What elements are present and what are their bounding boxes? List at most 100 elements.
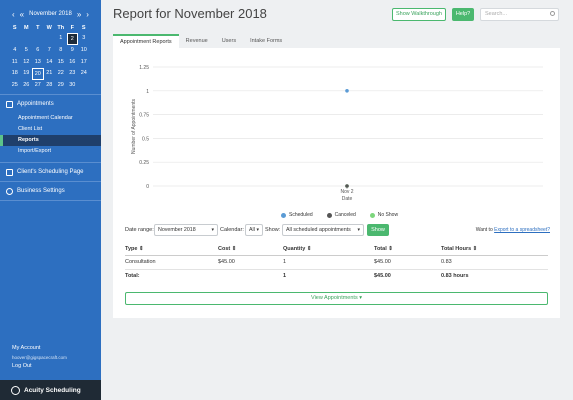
calendar-select[interactable]: All ▾ bbox=[245, 224, 263, 236]
sidebar-item-reports[interactable]: Reports bbox=[0, 135, 101, 146]
calendar-day[interactable]: 13 bbox=[32, 57, 44, 69]
calendar-day[interactable]: 11 bbox=[9, 57, 21, 69]
calendar-icon bbox=[6, 100, 13, 108]
column-header-total-hours[interactable]: Total Hours ⇕ bbox=[441, 243, 548, 256]
sidebar-item-appointments[interactable]: Appointments bbox=[0, 95, 101, 113]
show-label: Show: bbox=[265, 227, 281, 233]
sidebar-item-business-settings[interactable]: Business Settings bbox=[0, 182, 101, 200]
calendar-day[interactable]: 7 bbox=[44, 45, 56, 57]
calendar-day[interactable]: 22 bbox=[55, 68, 67, 80]
appointments-table: Type ⇕ Cost ⇕ Quantity ⇕ Total ⇕ Total H… bbox=[125, 243, 548, 283]
date-range-select[interactable]: November 2018 ▾ bbox=[154, 224, 218, 236]
next-month-button[interactable]: › bbox=[86, 10, 89, 19]
y-tick-label: 1.25 bbox=[139, 65, 149, 71]
sidebar-item-import-export[interactable]: Import/Export bbox=[0, 146, 101, 157]
calendar-day[interactable]: 8 bbox=[55, 45, 67, 57]
report-filters: Date range: November 2018 ▾ Calendar: Al… bbox=[125, 224, 550, 236]
cell-total-amount: $45.00 bbox=[374, 273, 391, 280]
show-select[interactable]: All scheduled appointments ▾ bbox=[282, 224, 364, 236]
calendar-day[interactable]: 27 bbox=[32, 80, 44, 92]
y-axis-label: Number of Appointments bbox=[131, 98, 137, 154]
calendar-day[interactable]: 25 bbox=[9, 80, 21, 92]
export-prompt: Want to Export to a spreadsheet? bbox=[476, 227, 550, 233]
y-tick-label: 0.25 bbox=[139, 160, 149, 166]
view-appointments-button[interactable]: View Appointments ▾ bbox=[125, 292, 548, 305]
cell-total-label: Total: bbox=[125, 273, 140, 280]
calendar-day[interactable]: 26 bbox=[21, 80, 33, 92]
help-button[interactable]: Help? bbox=[452, 8, 474, 21]
calendar-day[interactable]: 4 bbox=[9, 45, 21, 57]
cell-type: Consultation bbox=[125, 255, 218, 270]
prev-month-button[interactable]: ‹ bbox=[12, 10, 15, 19]
calendar-label: Calendar: bbox=[220, 227, 244, 233]
weekday-label: F bbox=[70, 25, 74, 31]
calendar-day[interactable]: 29 bbox=[55, 80, 67, 92]
weekday-label: W bbox=[46, 25, 52, 31]
show-button[interactable]: Show bbox=[367, 224, 389, 236]
calendar-day[interactable]: 5 bbox=[21, 45, 33, 57]
export-prefix: Want to bbox=[475, 227, 495, 233]
data-point-canceled bbox=[345, 184, 349, 188]
report-panel: 1.25 1 0.75 0.5 0.25 0 Number of Appointments N… bbox=[113, 48, 560, 318]
cell-total-hours-sum: 0.83 hours bbox=[441, 273, 469, 280]
x-axis-label: Date bbox=[342, 196, 353, 202]
legend-item-no-show[interactable]: No Show bbox=[369, 212, 399, 218]
calendar-day[interactable]: 3 bbox=[78, 33, 90, 45]
calendar-day[interactable]: 23 bbox=[67, 68, 79, 80]
weekday-label: Th bbox=[57, 25, 65, 31]
sidebar-item-appointment-calendar[interactable]: Appointment Calendar bbox=[0, 113, 101, 124]
calendar-day[interactable]: 15 bbox=[55, 57, 67, 69]
tab-intake-forms[interactable]: Intake Forms bbox=[243, 34, 289, 48]
weekday-label: M bbox=[23, 25, 29, 31]
calendar-day[interactable]: 24 bbox=[78, 68, 90, 80]
sidebar-item-client-list[interactable]: Client List bbox=[0, 124, 101, 135]
legend-item-scheduled[interactable]: Scheduled bbox=[281, 212, 313, 218]
appointments-chart: 1.25 1 0.75 0.5 0.25 0 Number of Appointments N… bbox=[131, 65, 543, 202]
weekday-label: T bbox=[36, 25, 40, 31]
tab-revenue[interactable]: Revenue bbox=[179, 34, 215, 48]
calendar-day[interactable]: 21 bbox=[44, 68, 56, 80]
calendar-day[interactable]: 9 bbox=[67, 45, 79, 57]
chart-legend: Scheduled Canceled No Show bbox=[281, 212, 398, 218]
calendar-day[interactable]: 30 bbox=[67, 80, 79, 92]
calendar-day[interactable]: 14 bbox=[44, 57, 56, 69]
column-header-quantity[interactable]: Quantity ⇕ bbox=[283, 243, 374, 256]
column-header-type[interactable]: Type ⇕ bbox=[125, 243, 218, 256]
calendar-day[interactable]: 28 bbox=[44, 80, 56, 92]
cell-total-quantity: 1 bbox=[283, 273, 287, 280]
calendar-day[interactable]: 6 bbox=[32, 45, 44, 57]
prev-year-button[interactable]: « bbox=[20, 10, 24, 19]
table-total-row: Total: 1 $45.00 0.83 hours bbox=[125, 269, 548, 283]
legend-label: No Show bbox=[377, 212, 399, 218]
column-header-cost[interactable]: Cost ⇕ bbox=[218, 243, 283, 256]
logout-link[interactable]: Log Out bbox=[12, 362, 67, 371]
calendar-day[interactable]: 1 bbox=[55, 33, 67, 45]
weekday-label: S bbox=[81, 25, 86, 31]
export-link[interactable]: Export to a spreadsheet? bbox=[494, 227, 550, 233]
cell-quantity: 1 bbox=[283, 255, 374, 270]
show-walkthrough-button[interactable]: Show Walkthrough bbox=[392, 8, 446, 21]
search-input[interactable]: Search... bbox=[480, 8, 559, 21]
calendar-day[interactable]: 18 bbox=[9, 68, 21, 80]
chevron-down-icon: ▾ bbox=[211, 227, 214, 233]
calendar-day[interactable]: 12 bbox=[21, 57, 33, 69]
calendar-month-label: November 2018 bbox=[29, 11, 72, 17]
date-range-value: November 2018 bbox=[158, 227, 196, 233]
calendar-day[interactable]: 19 bbox=[21, 68, 33, 80]
brand-name: Acuity Scheduling bbox=[24, 386, 81, 394]
date-range-label: Date range: bbox=[125, 227, 154, 233]
calendar-day[interactable]: 16 bbox=[67, 57, 79, 69]
next-year-button[interactable]: » bbox=[77, 10, 81, 19]
table-header-row: Type ⇕ Cost ⇕ Quantity ⇕ Total ⇕ Total H… bbox=[125, 243, 548, 256]
tab-users[interactable]: Users bbox=[215, 34, 243, 48]
legend-item-canceled[interactable]: Canceled bbox=[326, 212, 356, 218]
tab-appointment-reports[interactable]: Appointment Reports bbox=[113, 34, 179, 48]
calendar-day[interactable]: 10 bbox=[78, 45, 90, 57]
calendar-day[interactable]: 2 bbox=[66, 33, 78, 45]
calendar-day bbox=[21, 33, 33, 45]
my-account-link[interactable]: My Account bbox=[12, 344, 67, 353]
sidebar-item-scheduling-page[interactable]: Client's Scheduling Page bbox=[0, 163, 101, 181]
calendar-day[interactable]: 17 bbox=[78, 57, 90, 69]
column-header-total[interactable]: Total ⇕ bbox=[374, 243, 441, 256]
calendar-day[interactable]: 20 bbox=[32, 68, 44, 81]
